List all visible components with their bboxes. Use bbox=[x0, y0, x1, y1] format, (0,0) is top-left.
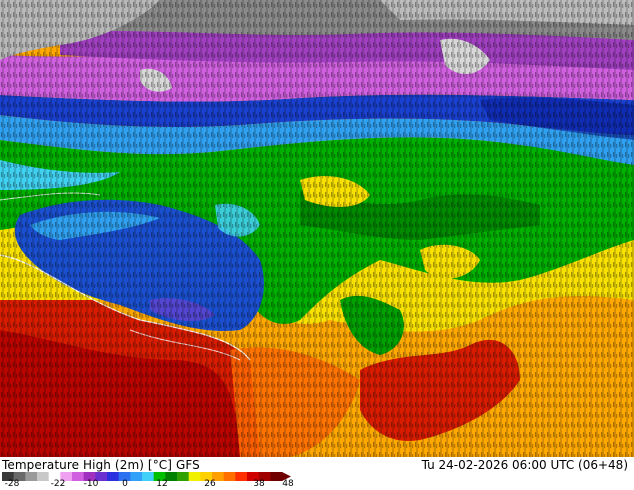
map-canvas bbox=[0, 0, 634, 457]
legend-tick: 38 bbox=[253, 479, 265, 489]
legend-tick: -28 bbox=[4, 479, 20, 489]
value-labels bbox=[0, 0, 634, 457]
legend-swatch bbox=[25, 472, 38, 481]
map-title: Temperature High (2m) [°C] GFS bbox=[2, 458, 200, 472]
legend-swatch bbox=[177, 472, 190, 481]
legend-tick: 48 bbox=[282, 479, 294, 489]
legend-tick: 26 bbox=[204, 479, 216, 489]
legend-swatch bbox=[37, 472, 50, 481]
legend-tick: 12 bbox=[156, 479, 168, 489]
legend-swatch bbox=[235, 472, 248, 481]
legend-swatch bbox=[223, 472, 236, 481]
color-legend bbox=[2, 472, 291, 481]
legend-tick: -10 bbox=[83, 479, 99, 489]
legend-tick: -22 bbox=[50, 479, 66, 489]
legend-swatch bbox=[107, 472, 120, 481]
legend-swatch bbox=[142, 472, 155, 481]
legend-swatch bbox=[270, 472, 283, 481]
legend-tick: 0 bbox=[122, 479, 128, 489]
map-datetime: Tu 24-02-2026 06:00 UTC (06+48) bbox=[421, 458, 628, 472]
legend-swatch bbox=[188, 472, 201, 481]
map-footer: Temperature High (2m) [°C] GFS Tu 24-02-… bbox=[0, 457, 634, 490]
legend-swatch bbox=[130, 472, 143, 481]
temperature-map bbox=[0, 0, 634, 457]
legend-swatch bbox=[72, 472, 85, 481]
